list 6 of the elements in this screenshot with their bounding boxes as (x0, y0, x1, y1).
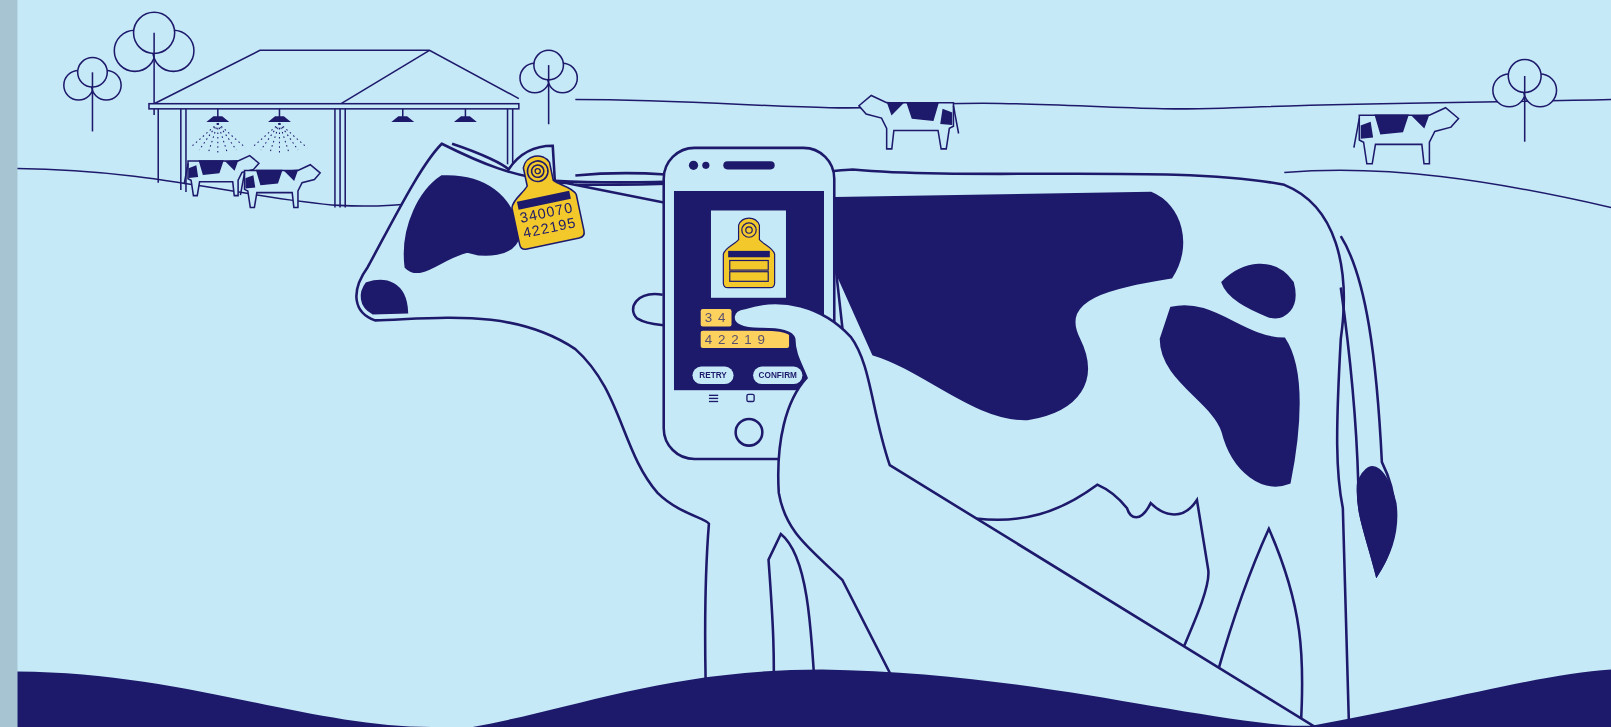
speaker-icon (723, 161, 775, 170)
menu-icon (708, 394, 719, 403)
home-icon (746, 393, 755, 403)
camera-icon (688, 160, 710, 170)
digit-field: 3 4 (700, 309, 732, 327)
ear-tag-icon (722, 217, 776, 289)
